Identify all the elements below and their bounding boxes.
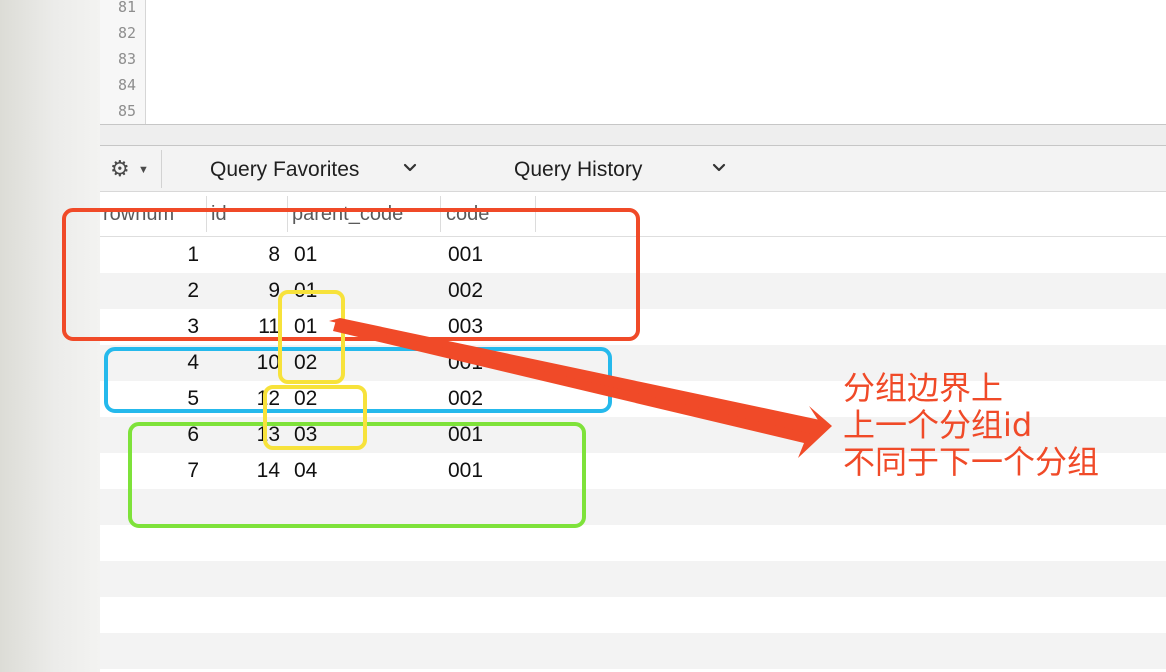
cell-id[interactable]: 10 bbox=[257, 351, 280, 375]
line-number: 85 bbox=[117, 102, 136, 120]
cell-id[interactable]: 11 bbox=[258, 315, 280, 339]
cell-rownum[interactable]: 4 bbox=[187, 351, 199, 375]
table-row[interactable]: 2 9 01 002 bbox=[100, 273, 1166, 309]
cell-rownum[interactable]: 2 bbox=[187, 279, 199, 303]
cell-parent-code[interactable]: 02 bbox=[294, 387, 317, 411]
table-row[interactable]: 3 11 01 003 bbox=[100, 309, 1166, 345]
cell-code[interactable]: 001 bbox=[448, 423, 483, 447]
pane-splitter[interactable] bbox=[100, 124, 1166, 146]
empty-row bbox=[100, 597, 1166, 633]
empty-row bbox=[100, 633, 1166, 669]
column-header-id[interactable]: id bbox=[211, 203, 227, 226]
line-number: 81 bbox=[117, 0, 136, 16]
cell-parent-code[interactable]: 01 bbox=[294, 243, 317, 267]
cell-rownum[interactable]: 1 bbox=[187, 243, 199, 267]
cell-parent-code[interactable]: 04 bbox=[294, 459, 317, 483]
cell-code[interactable]: 001 bbox=[448, 243, 483, 267]
table-row[interactable]: 1 8 01 001 bbox=[100, 237, 1166, 273]
chevron-down-icon[interactable] bbox=[402, 160, 418, 176]
column-separator[interactable] bbox=[287, 196, 288, 232]
cell-code[interactable]: 001 bbox=[448, 351, 483, 375]
cell-rownum[interactable]: 6 bbox=[187, 423, 199, 447]
cell-rownum[interactable]: 5 bbox=[187, 387, 199, 411]
line-number-gutter: 81 82 83 84 85 bbox=[100, 0, 146, 124]
cell-code[interactable]: 002 bbox=[448, 387, 483, 411]
desktop-edge bbox=[0, 0, 101, 672]
column-header-code[interactable]: code bbox=[446, 203, 489, 226]
caret-down-icon: ▼ bbox=[138, 164, 149, 176]
column-header-parent-code[interactable]: parent_code bbox=[292, 203, 403, 226]
column-separator[interactable] bbox=[535, 196, 536, 232]
cell-id[interactable]: 8 bbox=[268, 243, 280, 267]
cell-code[interactable]: 001 bbox=[448, 459, 483, 483]
line-number: 83 bbox=[117, 50, 136, 68]
query-history-button[interactable]: Query History bbox=[514, 158, 642, 182]
annotation-line: 分组边界上 bbox=[843, 369, 1004, 407]
column-header-rownum[interactable]: rownum bbox=[103, 203, 174, 226]
cell-parent-code[interactable]: 02 bbox=[294, 351, 317, 375]
grid-header: rownum id parent_code code bbox=[100, 192, 1166, 237]
query-favorites-button[interactable]: Query Favorites bbox=[210, 158, 359, 182]
line-number: 82 bbox=[117, 24, 136, 42]
cell-id[interactable]: 14 bbox=[257, 459, 280, 483]
cell-rownum[interactable]: 3 bbox=[187, 315, 199, 339]
column-separator[interactable] bbox=[206, 196, 207, 232]
gear-icon: ⚙ bbox=[110, 156, 130, 181]
empty-row bbox=[100, 525, 1166, 561]
cell-parent-code[interactable]: 03 bbox=[294, 423, 317, 447]
empty-row bbox=[100, 561, 1166, 597]
cell-parent-code[interactable]: 01 bbox=[294, 279, 317, 303]
annotation-line: 不同于下一个分组 bbox=[843, 443, 1100, 481]
cell-id[interactable]: 12 bbox=[257, 387, 280, 411]
column-separator[interactable] bbox=[440, 196, 441, 232]
cell-id[interactable]: 13 bbox=[257, 423, 280, 447]
cell-code[interactable]: 002 bbox=[448, 279, 483, 303]
app-window: 81 82 83 84 85 ⚙ ▼ Query Favorites Query… bbox=[0, 0, 1166, 672]
cell-code[interactable]: 003 bbox=[448, 315, 483, 339]
gear-menu-button[interactable]: ⚙ ▼ bbox=[108, 155, 154, 183]
sql-editor[interactable]: 81 82 83 84 85 bbox=[100, 0, 1166, 124]
line-number: 84 bbox=[117, 76, 136, 94]
cell-id[interactable]: 9 bbox=[268, 279, 280, 303]
query-toolbar: ⚙ ▼ Query Favorites Query History bbox=[100, 146, 1166, 192]
annotation-text: 分组边界上 上一个分组id 不同于下一个分组 bbox=[843, 370, 1099, 481]
annotation-line: 上一个分组id bbox=[843, 406, 1033, 444]
cell-rownum[interactable]: 7 bbox=[187, 459, 199, 483]
empty-row bbox=[100, 489, 1166, 525]
toolbar-divider bbox=[161, 150, 162, 188]
chevron-down-icon[interactable] bbox=[711, 160, 727, 176]
cell-parent-code[interactable]: 01 bbox=[294, 315, 317, 339]
